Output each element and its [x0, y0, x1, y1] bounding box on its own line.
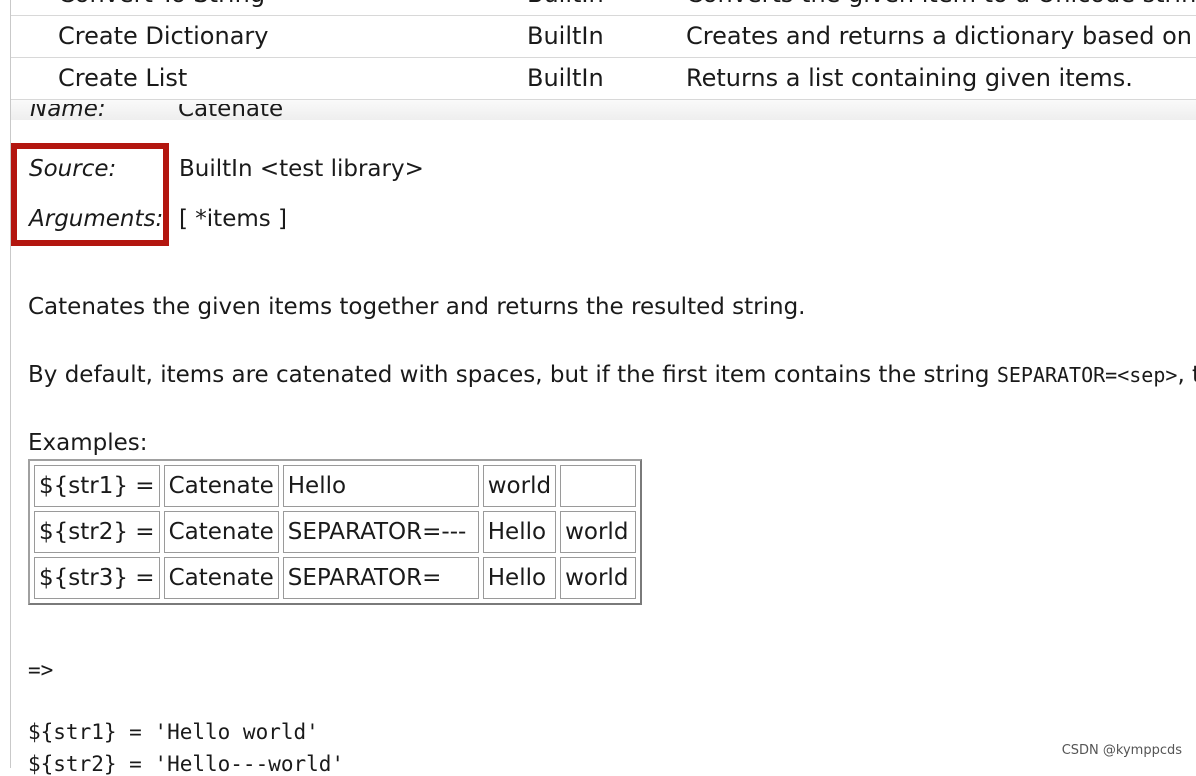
table-cell: SEPARATOR=	[282, 557, 479, 599]
keyword-row[interactable]: Create Dictionary BuiltIn Creates and re…	[11, 15, 1196, 58]
doc-paragraph-2-code: SEPARATOR=<sep>	[996, 363, 1178, 387]
keyword-source: BuiltIn	[527, 0, 604, 15]
watermark: CSDN @kymppcds	[1061, 743, 1182, 758]
table-cell: Catenate	[163, 557, 279, 599]
keyword-list: Convert To String BuiltIn Converts the g…	[11, 0, 1196, 100]
source-value: BuiltIn <test library>	[179, 156, 424, 182]
table-row: ${str3} = Catenate SEPARATOR= Hello worl…	[34, 557, 637, 599]
table-cell: Catenate	[163, 465, 279, 507]
keyword-row[interactable]: Convert To String BuiltIn Converts the g…	[11, 0, 1196, 16]
name-label: Name:	[30, 104, 106, 122]
table-cell: world	[560, 511, 637, 553]
table-cell: ${str3} =	[34, 557, 160, 599]
table-cell: SEPARATOR=---	[282, 511, 479, 553]
keyword-name: Create List	[58, 64, 188, 92]
keyword-row[interactable]: Create List BuiltIn Returns a list conta…	[11, 57, 1196, 100]
examples-label: Examples:	[28, 430, 148, 456]
keyword-description: Converts the given item to a Unicode str…	[686, 0, 1196, 15]
keyword-description: Returns a list containing given items.	[686, 64, 1133, 92]
table-cell	[560, 465, 637, 507]
keyword-description: Creates and returns a dictionary based o…	[686, 22, 1196, 50]
examples-table: ${str1} = Catenate Hello world ${str2} =…	[28, 459, 643, 605]
table-cell: Hello	[282, 465, 479, 507]
name-value: Catenate	[178, 104, 284, 122]
doc-paragraph-2-text: By default, items are catenated with spa…	[28, 362, 997, 388]
keyword-name: Convert To String	[58, 0, 265, 15]
table-row: ${str1} = Catenate Hello world	[34, 465, 637, 507]
result-arrow: =>	[28, 658, 54, 682]
name-row: Name: Catenate	[28, 104, 1128, 132]
arguments-value: [ *items ]	[179, 206, 288, 232]
table-cell: Catenate	[163, 511, 279, 553]
table-cell: world	[560, 557, 637, 599]
annotation-highlight-box	[11, 143, 169, 246]
table-row: ${str2} = Catenate SEPARATOR=--- Hello w…	[34, 511, 637, 553]
table-cell: Hello	[482, 557, 557, 599]
result-line-1: ${str1} = 'Hello world'	[28, 720, 319, 744]
table-cell: world	[482, 465, 557, 507]
keyword-source: BuiltIn	[527, 22, 604, 50]
result-line-2: ${str2} = 'Hello---world'	[28, 752, 345, 776]
doc-paragraph-2-tail: , th	[1177, 362, 1196, 388]
table-cell: ${str2} =	[34, 511, 160, 553]
doc-paragraph-1: Catenates the given items together and r…	[28, 294, 806, 320]
keyword-name: Create Dictionary	[58, 22, 269, 50]
doc-paragraph-2: By default, items are catenated with spa…	[28, 362, 1196, 388]
table-cell: ${str1} =	[34, 465, 160, 507]
keyword-source: BuiltIn	[527, 64, 604, 92]
table-cell: Hello	[482, 511, 557, 553]
